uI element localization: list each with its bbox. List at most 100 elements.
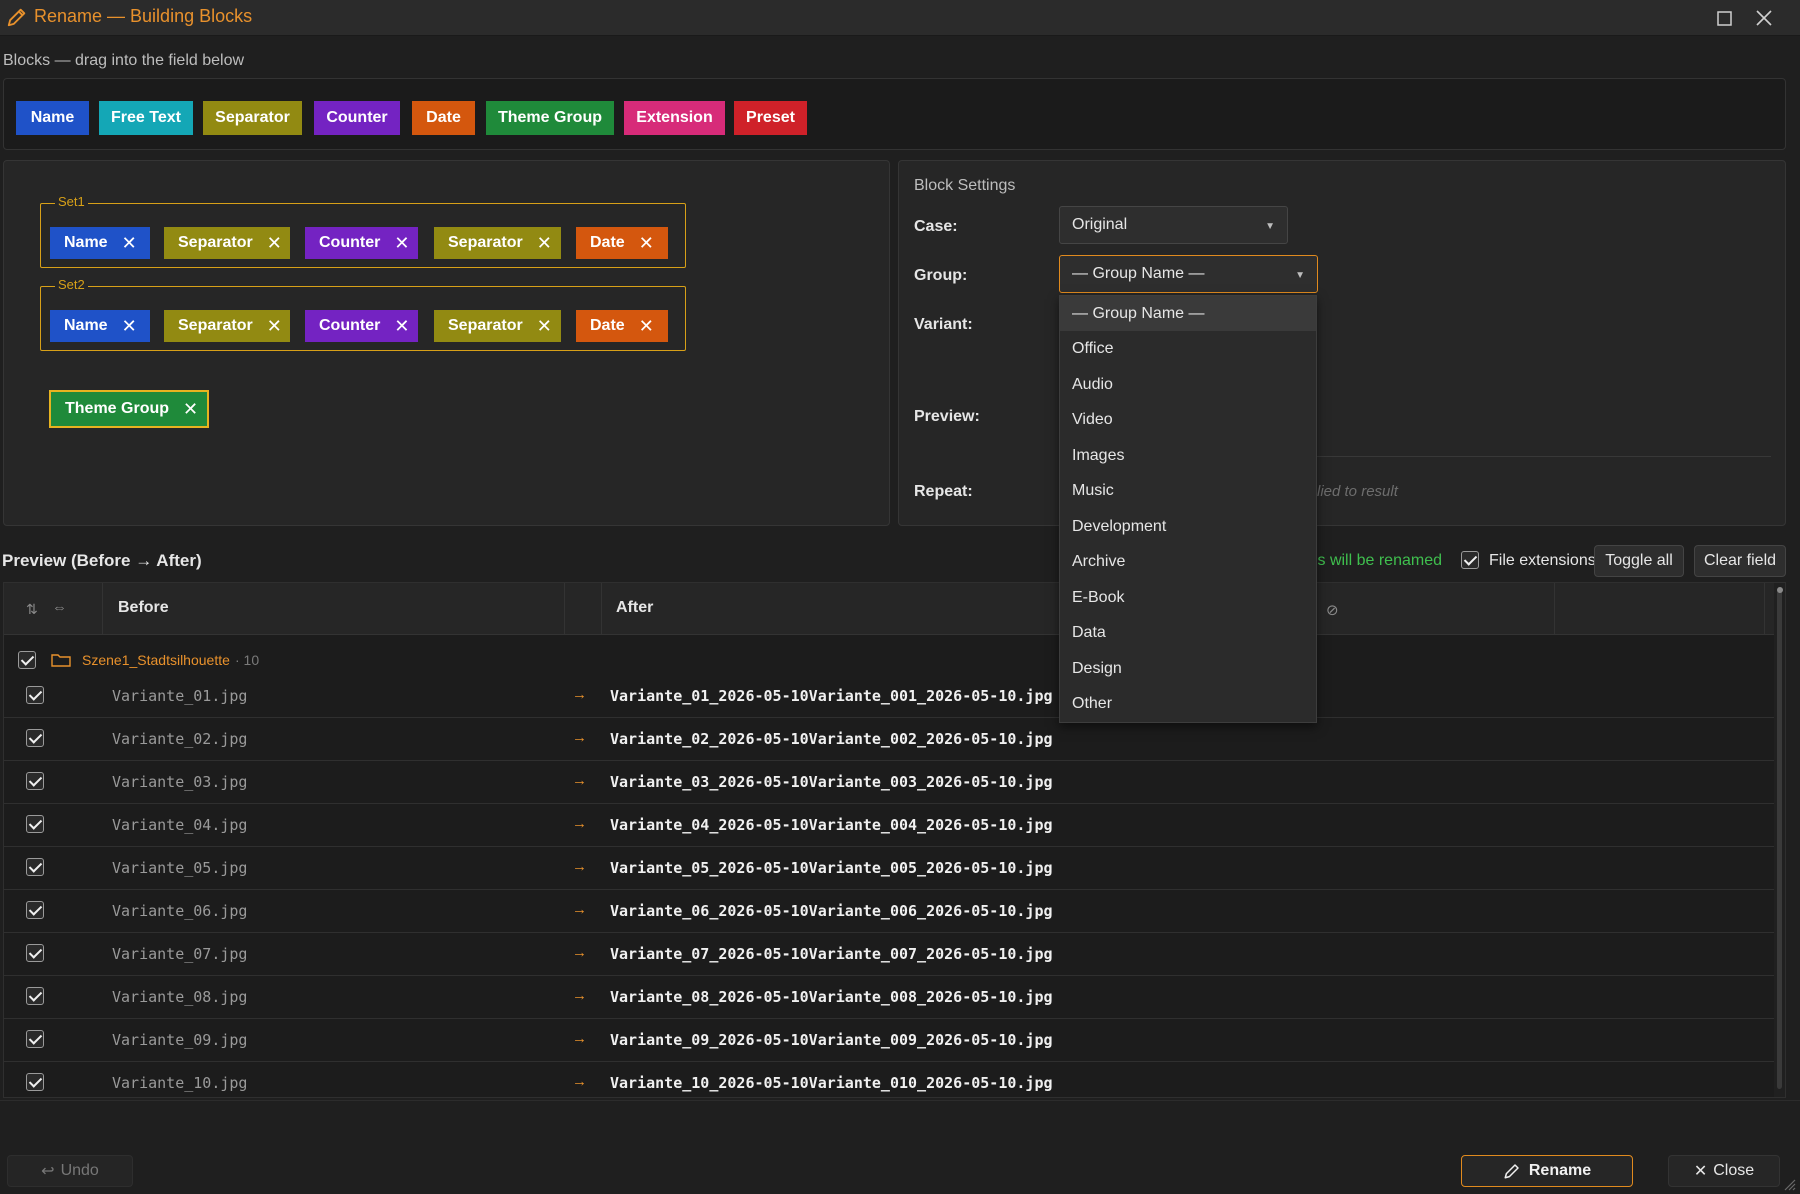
group-option[interactable]: Video	[1060, 403, 1316, 438]
placed-block-separator[interactable]: Separator ✕	[164, 310, 290, 342]
remove-block-icon[interactable]: ✕	[122, 317, 137, 335]
remove-block-icon[interactable]: ✕	[537, 234, 552, 252]
row-checkbox[interactable]	[26, 901, 44, 919]
remove-block-icon[interactable]: ✕	[267, 234, 282, 252]
row-checkbox[interactable]	[26, 1073, 44, 1091]
clear-field-button[interactable]: Clear field	[1694, 545, 1786, 577]
group-option[interactable]: Music	[1060, 474, 1316, 509]
file-extensions-checkbox[interactable]	[1461, 551, 1479, 569]
palette-block-preset[interactable]: Preset	[734, 101, 807, 135]
table-row[interactable]: Variante_01.jpg → Variante_01_2026-05-10…	[4, 675, 1774, 718]
palette-block-label: Theme Group	[497, 109, 602, 126]
remove-block-icon[interactable]: ✕	[183, 400, 198, 418]
arrow-icon: →	[572, 729, 587, 746]
row-checkbox[interactable]	[26, 1030, 44, 1048]
row-checkbox[interactable]	[26, 686, 44, 704]
placed-block-counter[interactable]: Counter ✕	[305, 310, 418, 342]
set-group[interactable]: Set1 Name ✕ Separator ✕ Counter ✕ Separator…	[40, 194, 686, 268]
table-row[interactable]: Variante_07.jpg → Variante_07_2026-05-10…	[4, 933, 1774, 976]
before-name: Variante_08.jpg	[112, 988, 248, 1006]
palette-block-counter[interactable]: Counter	[314, 101, 400, 135]
remove-block-icon[interactable]: ✕	[537, 317, 552, 335]
table-row[interactable]: Variante_04.jpg → Variante_04_2026-05-10…	[4, 804, 1774, 847]
row-checkbox[interactable]	[26, 815, 44, 833]
placed-block-counter[interactable]: Counter ✕	[305, 227, 418, 259]
swap-icon[interactable]: ⇔	[52, 599, 67, 616]
table-row[interactable]: Variante_02.jpg → Variante_02_2026-05-10…	[4, 718, 1774, 761]
placed-block-separator[interactable]: Separator ✕	[434, 310, 561, 342]
column-divider	[601, 583, 602, 635]
close-button[interactable]: ✕ Close	[1668, 1155, 1780, 1187]
group-option[interactable]: Audio	[1060, 367, 1316, 402]
placed-block-date[interactable]: Date ✕	[576, 310, 668, 342]
group-option[interactable]: Archive	[1060, 545, 1316, 580]
palette-block-theme-group[interactable]: Theme Group	[486, 101, 614, 135]
group-option[interactable]: E-Book	[1060, 580, 1316, 615]
remove-block-icon[interactable]: ✕	[639, 234, 654, 252]
undo-button[interactable]: ↩ Undo	[7, 1155, 133, 1187]
vertical-scrollbar[interactable]	[1774, 583, 1785, 1097]
column-divider	[564, 583, 565, 635]
placed-block-theme-group[interactable]: Theme Group ✕	[49, 390, 209, 428]
close-window-icon[interactable]	[1750, 4, 1778, 32]
set-group[interactable]: Set2 Name ✕ Separator ✕ Counter ✕ Separator…	[40, 277, 686, 351]
group-option[interactable]: Other	[1060, 687, 1316, 722]
scrollbar-arrow[interactable]	[1777, 587, 1783, 593]
palette-block-extension[interactable]: Extension	[624, 101, 725, 135]
group-option[interactable]: Images	[1060, 438, 1316, 473]
table-row[interactable]: Variante_06.jpg → Variante_06_2026-05-10…	[4, 890, 1774, 933]
arrow-icon: →	[572, 1030, 587, 1047]
remove-block-icon[interactable]: ✕	[639, 317, 654, 335]
close-icon: ✕	[1693, 1163, 1708, 1180]
group-row[interactable]: Szene1_Stadtsilhouette · 10	[4, 645, 1785, 675]
group-option[interactable]: Office	[1060, 332, 1316, 367]
column-after[interactable]: After	[616, 599, 653, 617]
palette-block-free-text[interactable]: Free Text	[99, 101, 193, 135]
palette-block-date[interactable]: Date	[412, 101, 475, 135]
sort-icon[interactable]: ⇅	[26, 601, 38, 618]
table-row[interactable]: Variante_09.jpg → Variante_09_2026-05-10…	[4, 1019, 1774, 1062]
group-dropdown-list: — Group Name — Office Audio Video Images…	[1059, 295, 1317, 723]
group-checkbox[interactable]	[18, 651, 36, 669]
group-option[interactable]: Design	[1060, 651, 1316, 686]
placed-block-name[interactable]: Name ✕	[50, 227, 150, 259]
group-select[interactable]: — Group Name — ▼	[1059, 255, 1318, 293]
table-row[interactable]: Variante_03.jpg → Variante_03_2026-05-10…	[4, 761, 1774, 804]
remove-block-icon[interactable]: ✕	[122, 234, 137, 252]
group-option[interactable]: — Group Name —	[1060, 296, 1316, 331]
placed-block-separator[interactable]: Separator ✕	[164, 227, 290, 259]
build-field[interactable]: Set1 Name ✕ Separator ✕ Counter ✕ Separator…	[3, 160, 890, 526]
rename-button[interactable]: Rename	[1461, 1155, 1633, 1187]
maximize-icon[interactable]	[1710, 4, 1738, 32]
row-checkbox[interactable]	[26, 772, 44, 790]
table-row[interactable]: Variante_05.jpg → Variante_05_2026-05-10…	[4, 847, 1774, 890]
table-row[interactable]: Variante_08.jpg → Variante_08_2026-05-10…	[4, 976, 1774, 1019]
before-name: Variante_07.jpg	[112, 945, 248, 963]
row-checkbox[interactable]	[26, 858, 44, 876]
row-checkbox[interactable]	[26, 729, 44, 747]
row-checkbox[interactable]	[26, 944, 44, 962]
placed-block-name[interactable]: Name ✕	[50, 310, 150, 342]
palette-block-name[interactable]: Name	[16, 101, 89, 135]
group-option[interactable]: Development	[1060, 509, 1316, 544]
case-select[interactable]: Original ▼	[1059, 206, 1288, 244]
remove-block-icon[interactable]: ✕	[394, 317, 409, 335]
placed-block-label: Counter	[319, 317, 381, 334]
column-divider	[102, 583, 103, 635]
remove-block-icon[interactable]: ✕	[267, 317, 282, 335]
arrow-icon: →	[572, 772, 587, 789]
table-row[interactable]: Variante_10.jpg → Variante_10_2026-05-10…	[4, 1062, 1774, 1097]
scrollbar-thumb[interactable]	[1777, 589, 1782, 1089]
resize-grip-icon[interactable]	[1782, 1177, 1796, 1191]
placed-block-separator[interactable]: Separator ✕	[434, 227, 561, 259]
remove-block-icon[interactable]: ✕	[394, 234, 409, 252]
row-checkbox[interactable]	[26, 987, 44, 1005]
after-name: Variante_08_2026-05-10Variante_008_2026-…	[610, 988, 1053, 1006]
palette-block-separator[interactable]: Separator	[203, 101, 302, 135]
placed-block-date[interactable]: Date ✕	[576, 227, 668, 259]
group-option[interactable]: Data	[1060, 616, 1316, 651]
column-before[interactable]: Before	[118, 599, 169, 617]
toggle-all-button[interactable]: Toggle all	[1594, 545, 1684, 577]
placed-block-label: Separator	[448, 234, 523, 251]
file-extensions-label[interactable]: File extensions	[1489, 552, 1596, 570]
